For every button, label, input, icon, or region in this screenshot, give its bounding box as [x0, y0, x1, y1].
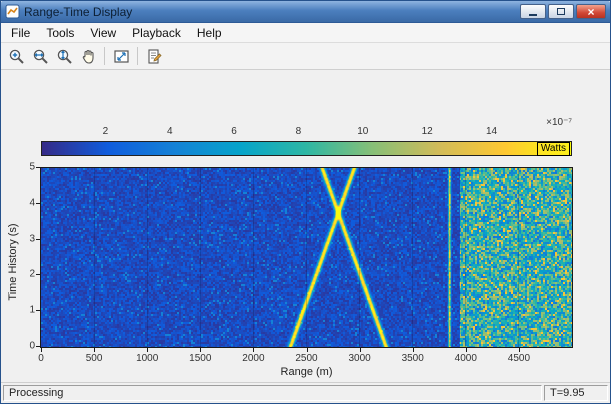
- y-tick-label: 2: [29, 268, 35, 280]
- y-tick-mark: [36, 274, 40, 276]
- x-tick-label: 0: [38, 353, 44, 364]
- simulation-time-indicator: T=9.95: [544, 385, 608, 401]
- range-time-intensity-heatmap[interactable]: [40, 167, 573, 348]
- titlebar[interactable]: Range-Time Display ×: [1, 1, 610, 23]
- range-time-display-window: Range-Time Display × File Tools View Pla…: [0, 0, 611, 404]
- x-axis-tick-labels: 0 500 1000 1500 2000 2500 3000 3500 4000 4500: [38, 353, 572, 365]
- close-icon: ×: [587, 4, 595, 19]
- y-tick-label: 0: [29, 340, 35, 352]
- figure-area: ×10⁻⁷ 2 4 6 8 10 12 14 Watts 0 500 1000 1500 2000 2…: [1, 70, 610, 382]
- menu-help[interactable]: Help: [189, 24, 230, 42]
- x-axis-label: Range (m): [280, 366, 333, 378]
- zoom-y-icon[interactable]: [53, 45, 75, 67]
- y-tick-label: 4: [29, 197, 35, 209]
- zoom-x-icon[interactable]: [29, 45, 51, 67]
- colorbar-tick-label: 8: [295, 126, 302, 137]
- colorbar-tick-label: 6: [231, 126, 237, 137]
- colorbar-tick-label: 14: [485, 126, 498, 137]
- status-message: Processing: [3, 385, 542, 401]
- x-tick-mark: [412, 348, 414, 352]
- x-tick-label: 3000: [348, 353, 371, 364]
- close-button[interactable]: ×: [576, 4, 606, 19]
- y-tick-label: 5: [29, 161, 35, 173]
- x-tick-mark: [465, 348, 467, 352]
- window-title: Range-Time Display: [24, 4, 133, 19]
- menu-playback[interactable]: Playback: [124, 24, 189, 42]
- zoom-in-icon[interactable]: [5, 45, 27, 67]
- colorbar-tick-label: 2: [102, 126, 109, 137]
- x-tick-label: 2500: [295, 353, 318, 364]
- colorbar-tick-label: 12: [421, 126, 433, 137]
- colorbar-units-label: Watts: [536, 142, 570, 156]
- x-axis-tick-marks: [41, 348, 572, 352]
- scale-to-fit-icon[interactable]: [110, 45, 132, 67]
- x-tick-label: 1500: [189, 353, 212, 364]
- y-tick-label: 1: [29, 304, 35, 316]
- toolbar: [1, 43, 610, 70]
- y-axis-tick-marks: [36, 167, 40, 347]
- y-tick-label: 3: [29, 233, 35, 245]
- y-axis-label: Time History (s): [7, 223, 19, 301]
- x-tick-mark: [253, 348, 255, 352]
- statusbar: Processing T=9.95: [1, 382, 610, 403]
- menu-tools[interactable]: Tools: [38, 24, 82, 42]
- x-tick-mark: [518, 348, 520, 352]
- x-tick-label: 1000: [136, 353, 159, 364]
- x-tick-label: 3500: [401, 353, 424, 364]
- minimize-button[interactable]: [520, 4, 546, 19]
- x-tick-mark: [147, 348, 149, 352]
- menu-view[interactable]: View: [82, 24, 124, 42]
- colorbar-tick-label: 4: [166, 126, 173, 137]
- app-icon: [5, 4, 20, 19]
- y-tick-mark: [36, 346, 40, 347]
- colorbar-ticks: 2 4 6 8 10 12 14: [41, 126, 572, 138]
- x-tick-mark: [306, 348, 308, 352]
- measurements-icon[interactable]: [143, 45, 165, 67]
- pan-icon[interactable]: [77, 45, 99, 67]
- y-tick-mark: [36, 310, 40, 312]
- x-tick-label: 500: [85, 353, 103, 364]
- menu-file[interactable]: File: [3, 24, 38, 42]
- x-tick-mark: [94, 348, 96, 352]
- x-tick-label: 4500: [507, 353, 531, 364]
- colorbar-tick-label: 10: [357, 126, 369, 137]
- y-tick-mark: [36, 202, 40, 204]
- y-tick-mark: [36, 238, 40, 240]
- x-tick-mark: [359, 348, 361, 352]
- menubar: File Tools View Playback Help: [1, 23, 610, 43]
- maximize-icon: [557, 8, 565, 15]
- y-tick-mark: [36, 167, 40, 168]
- x-tick-label: 4000: [454, 353, 477, 364]
- x-tick-mark: [200, 348, 202, 352]
- x-tick-mark: [41, 348, 42, 352]
- colorbar: Watts: [41, 141, 572, 156]
- toolbar-separator: [104, 47, 105, 65]
- x-tick-label: 2000: [242, 353, 265, 364]
- toolbar-separator: [137, 47, 138, 65]
- minimize-icon: [529, 14, 537, 16]
- maximize-button[interactable]: [548, 4, 574, 19]
